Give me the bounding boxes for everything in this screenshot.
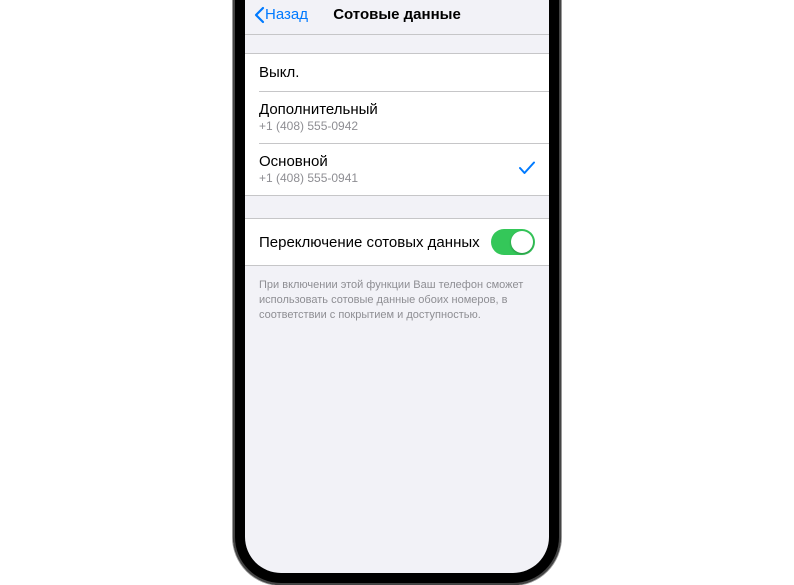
page-title: Сотовые данные	[333, 6, 461, 23]
cellular-switching-row: Переключение сотовых данных	[245, 219, 549, 265]
back-label: Назад	[265, 6, 308, 23]
switching-group: Переключение сотовых данных	[245, 218, 549, 266]
checkmark-icon	[519, 159, 535, 180]
line-primary-number: +1 (408) 555-0941	[259, 171, 358, 185]
nav-bar: Назад Сотовые данные	[245, 0, 549, 35]
chevron-left-icon	[253, 6, 265, 24]
line-off-label: Выкл.	[259, 64, 299, 81]
cellular-switching-label: Переключение сотовых данных	[259, 234, 480, 251]
phone-frame: 09:41 Назад Сотовые данные	[233, 0, 561, 585]
cellular-switching-toggle[interactable]	[491, 229, 535, 255]
cellular-switching-note: При включении этой функции Ваш телефон с…	[245, 272, 549, 323]
content: Выкл. Дополнительный +1 (408) 555-0942 О…	[245, 35, 549, 323]
line-option-primary[interactable]: Основной +1 (408) 555-0941	[245, 143, 549, 195]
line-secondary-label: Дополнительный	[259, 101, 378, 118]
line-option-secondary[interactable]: Дополнительный +1 (408) 555-0942	[245, 91, 549, 143]
line-primary-label: Основной	[259, 153, 358, 170]
line-option-off[interactable]: Выкл.	[245, 54, 549, 91]
line-secondary-number: +1 (408) 555-0942	[259, 119, 378, 133]
screen: 09:41 Назад Сотовые данные	[245, 0, 549, 573]
back-button[interactable]: Назад	[245, 6, 308, 24]
line-selection-group: Выкл. Дополнительный +1 (408) 555-0942 О…	[245, 53, 549, 196]
